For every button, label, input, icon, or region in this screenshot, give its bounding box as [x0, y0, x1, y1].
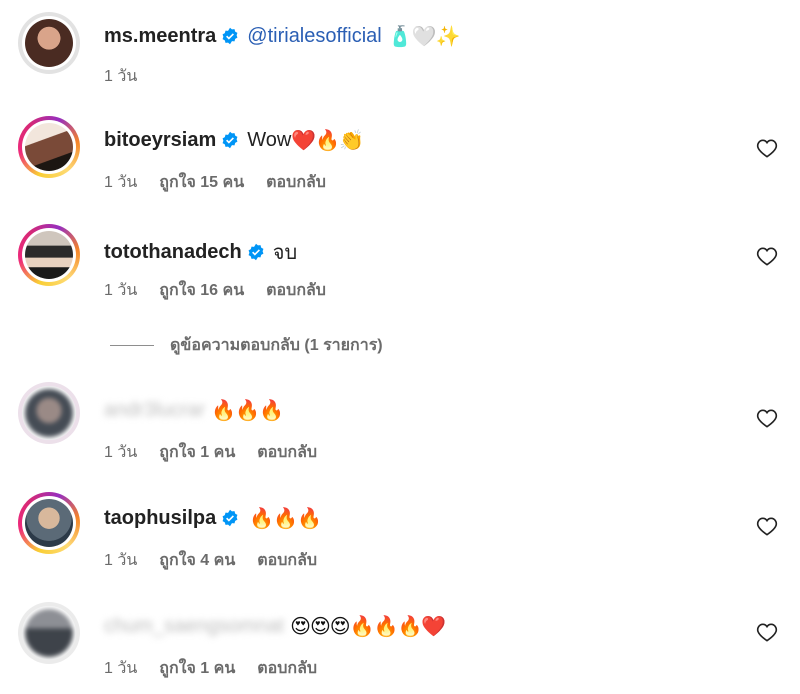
- comment-item: andr3lucrar 🔥🔥🔥 1 วัน ถูกใจ 1 คน ตอบกลับ: [0, 364, 800, 472]
- comment-item: totothanadech จบ 1 วัน ถูกใจ 16 คน ตอบกล…: [0, 204, 800, 312]
- comment-time: 1 วัน: [104, 68, 138, 85]
- avatar[interactable]: [18, 12, 80, 74]
- comment-item: bitoeyrsiam Wow ❤️🔥👏 1 วัน ถูกใจ 15 คน ต…: [0, 96, 800, 204]
- comment-emojis: 🔥🔥🔥: [211, 398, 284, 422]
- comment-username[interactable]: taophusilpa: [104, 507, 216, 530]
- likes-count-link[interactable]: ถูกใจ 15 คน: [159, 170, 244, 195]
- view-replies-button[interactable]: ดูข้อความตอบกลับ (1 รายการ): [110, 333, 383, 358]
- comment-username[interactable]: bitoeyrsiam: [104, 129, 216, 152]
- likes-count-link[interactable]: ถูกใจ 1 คน: [159, 656, 235, 681]
- comment-emojis: 😍😍😍🔥🔥🔥❤️: [290, 614, 446, 638]
- mention-link[interactable]: @tirialesofficial: [247, 25, 381, 48]
- divider: [110, 345, 154, 346]
- comment-time: 1 วัน: [104, 282, 138, 299]
- comment-username[interactable]: chum_saengsomnat: [104, 615, 284, 638]
- likes-count-link[interactable]: ถูกใจ 1 คน: [159, 440, 235, 465]
- avatar[interactable]: [18, 492, 80, 554]
- comment-text: Wow: [247, 128, 292, 151]
- comment-item: chum_saengsomnat 😍😍😍🔥🔥🔥❤️ 1 วัน ถูกใจ 1 …: [0, 580, 800, 694]
- view-replies-label: ดูข้อความตอบกลับ (1 รายการ): [170, 337, 383, 354]
- comment-time: 1 วัน: [104, 552, 138, 569]
- avatar[interactable]: [18, 224, 80, 286]
- comment-time: 1 วัน: [104, 660, 138, 677]
- likes-count-link[interactable]: ถูกใจ 4 คน: [159, 548, 235, 573]
- verified-badge-icon: [222, 27, 238, 45]
- avatar[interactable]: [18, 382, 80, 444]
- heart-outline-icon[interactable]: [756, 516, 778, 536]
- reply-button[interactable]: ตอบกลับ: [257, 440, 317, 465]
- comment-time: 1 วัน: [104, 174, 138, 191]
- comment-username[interactable]: ms.meentra: [104, 25, 216, 48]
- comment-item: ms.meentra @tirialesofficial 🧴🤍✨ 1 วัน: [0, 0, 800, 96]
- heart-outline-icon[interactable]: [756, 408, 778, 428]
- comment-username[interactable]: totothanadech: [104, 241, 242, 264]
- comment-time: 1 วัน: [104, 444, 138, 461]
- avatar[interactable]: [18, 116, 80, 178]
- reply-button[interactable]: ตอบกลับ: [266, 278, 326, 303]
- comment-item: taophusilpa 🔥🔥🔥 1 วัน ถูกใจ 4 คน ตอบกลับ: [0, 472, 800, 580]
- comment-text: จบ: [272, 242, 298, 264]
- comment-username[interactable]: andr3lucrar: [104, 399, 205, 422]
- heart-outline-icon[interactable]: [756, 622, 778, 642]
- comment-emojis: 🧴🤍✨: [387, 24, 461, 48]
- reply-button[interactable]: ตอบกลับ: [257, 548, 317, 573]
- avatar[interactable]: [18, 602, 80, 664]
- reply-button[interactable]: ตอบกลับ: [266, 170, 326, 195]
- verified-badge-icon: [222, 509, 238, 527]
- verified-badge-icon: [248, 243, 264, 261]
- likes-count-link[interactable]: ถูกใจ 16 คน: [159, 278, 244, 303]
- reply-button[interactable]: ตอบกลับ: [257, 656, 317, 681]
- heart-outline-icon[interactable]: [756, 138, 778, 158]
- verified-badge-icon: [222, 131, 238, 149]
- comment-emojis: ❤️🔥👏: [291, 128, 364, 152]
- comment-emojis: 🔥🔥🔥: [249, 506, 322, 530]
- heart-outline-icon[interactable]: [756, 246, 778, 266]
